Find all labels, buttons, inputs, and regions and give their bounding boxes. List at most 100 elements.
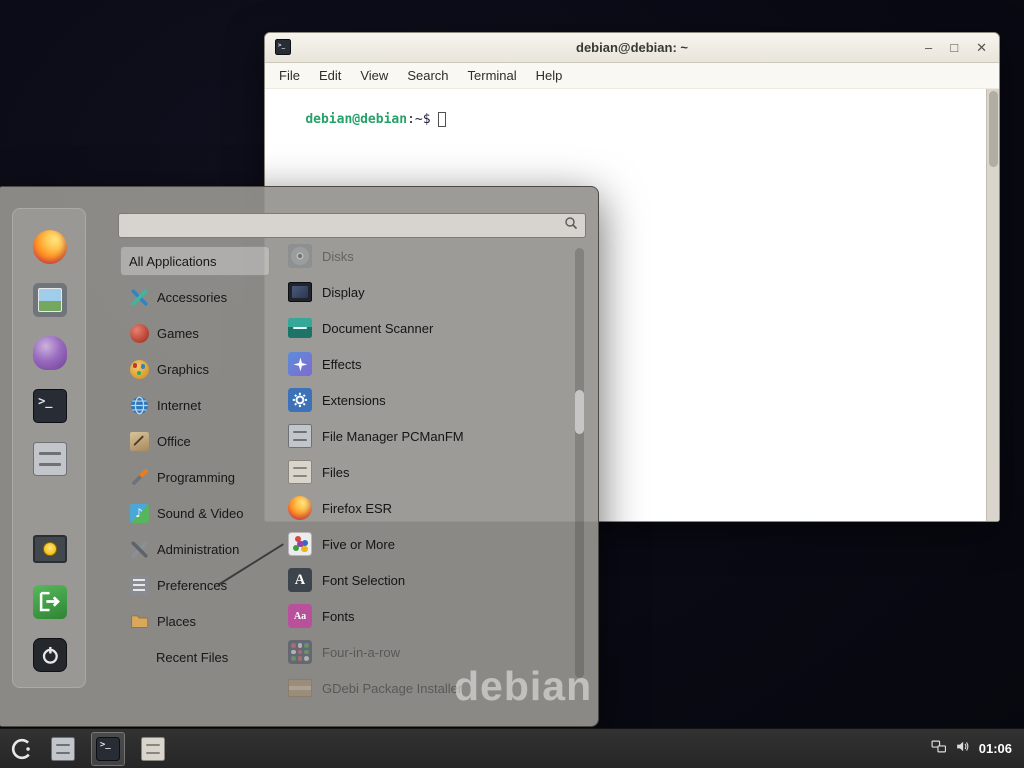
terminal-titlebar[interactable]: >_ debian@debian: ~ – □ ✕ [265, 33, 999, 63]
terminal-menu-file[interactable]: File [279, 68, 300, 83]
category-label: Administration [157, 542, 239, 557]
taskbar-launcher-file-manager[interactable] [46, 732, 80, 766]
category-label: Office [157, 434, 191, 449]
category-administration[interactable]: Administration [120, 534, 270, 564]
terminal-title: debian@debian: ~ [265, 40, 999, 55]
terminal-scrollbar[interactable] [986, 89, 999, 522]
sound-video-icon: ♪ [129, 503, 149, 523]
terminal-icon: >_ [33, 389, 67, 423]
category-label: Preferences [157, 578, 227, 593]
log-out-icon [33, 585, 67, 619]
favorite-terminal[interactable]: >_ [31, 387, 69, 425]
favorites-column: >_ [12, 208, 86, 688]
category-sound-video[interactable]: ♪ Sound & Video [120, 498, 270, 528]
taskbar-launcher-files[interactable] [136, 732, 170, 766]
menu-scrollbar[interactable] [575, 248, 584, 678]
extensions-icon [288, 388, 312, 412]
firefox-icon [288, 496, 312, 520]
lock-screen-icon [33, 535, 67, 562]
network-icon[interactable] [931, 739, 946, 759]
terminal-menu-edit[interactable]: Edit [319, 68, 341, 83]
terminal-icon: >_ [96, 737, 120, 761]
effects-icon [288, 352, 312, 376]
category-recent-files[interactable]: Recent Files [120, 642, 270, 672]
taskbar-launcher-terminal[interactable]: >_ [91, 732, 125, 766]
maximize-button[interactable]: □ [950, 41, 958, 54]
favorite-shut-down[interactable] [31, 636, 69, 674]
category-graphics[interactable]: Graphics [120, 354, 270, 384]
category-accessories[interactable]: Accessories [120, 282, 270, 312]
terminal-menu-search[interactable]: Search [407, 68, 448, 83]
internet-icon [129, 395, 149, 415]
search-icon [564, 216, 578, 235]
favorite-firefox[interactable] [31, 228, 69, 266]
app-label: Effects [322, 357, 362, 372]
firefox-icon [33, 230, 67, 264]
app-label: GDebi Package Installer [322, 681, 462, 696]
graphics-icon [129, 359, 149, 379]
app-label: Four-in-a-row [322, 645, 400, 660]
terminal-scrollbar-handle[interactable] [989, 91, 998, 167]
category-label: All Applications [129, 254, 216, 269]
minimize-button[interactable]: – [925, 41, 932, 54]
clock[interactable]: 01:06 [979, 741, 1012, 756]
app-disks[interactable]: Disks [288, 238, 574, 274]
image-viewer-icon [33, 283, 67, 317]
taskbar-launchers: >_ [46, 732, 181, 766]
category-label: Internet [157, 398, 201, 413]
terminal-menu-view[interactable]: View [360, 68, 388, 83]
favorite-pidgin[interactable] [31, 334, 69, 372]
app-fonts[interactable]: AaFonts [288, 598, 574, 634]
category-internet[interactable]: Internet [120, 390, 270, 420]
search-box[interactable] [118, 213, 586, 238]
menu-scrollbar-handle[interactable] [575, 390, 584, 434]
category-places[interactable]: Places [120, 606, 270, 636]
terminal-menubar: File Edit View Search Terminal Help [265, 63, 999, 89]
app-five-or-more[interactable]: Five or More [288, 526, 574, 562]
category-office[interactable]: Office [120, 426, 270, 456]
gdebi-icon [288, 676, 312, 700]
terminal-menu-help[interactable]: Help [536, 68, 563, 83]
category-label: Recent Files [156, 650, 228, 665]
favorite-file-manager[interactable] [31, 440, 69, 478]
favorite-image-viewer[interactable] [31, 281, 69, 319]
font-selection-icon: A [288, 568, 312, 592]
search-input[interactable] [126, 218, 564, 233]
system-tray: 01:06 [931, 739, 1018, 759]
app-label: Font Selection [322, 573, 405, 588]
app-label: Five or More [322, 537, 395, 552]
files-icon [141, 737, 165, 761]
app-extensions[interactable]: Extensions [288, 382, 574, 418]
close-button[interactable]: ✕ [976, 41, 987, 54]
prompt-user-host: debian@debian [305, 112, 407, 127]
app-label: Fonts [322, 609, 355, 624]
disks-icon [288, 244, 312, 268]
category-games[interactable]: Games [120, 318, 270, 348]
preferences-icon [129, 575, 149, 595]
app-firefox-esr[interactable]: Firefox ESR [288, 490, 574, 526]
category-label: Graphics [157, 362, 209, 377]
app-effects[interactable]: Effects [288, 346, 574, 382]
terminal-menu-terminal[interactable]: Terminal [468, 68, 517, 83]
app-font-selection[interactable]: A Font Selection [288, 562, 574, 598]
app-display[interactable]: Display [288, 274, 574, 310]
category-preferences[interactable]: Preferences [120, 570, 270, 600]
menu-button[interactable] [6, 733, 38, 765]
volume-icon[interactable] [955, 739, 970, 759]
category-label: Games [157, 326, 199, 341]
favorite-lock-screen[interactable] [31, 530, 69, 568]
favorite-log-out[interactable] [31, 583, 69, 621]
category-label: Sound & Video [157, 506, 244, 521]
category-programming[interactable]: Programming [120, 462, 270, 492]
app-label: Files [322, 465, 349, 480]
desktop: { "terminal": { "title": "debian@debian:… [0, 0, 1024, 768]
app-file-manager-pcmanfm[interactable]: File Manager PCManFM [288, 418, 574, 454]
pidgin-icon [33, 336, 67, 370]
category-all-applications[interactable]: All Applications [120, 246, 270, 276]
app-label: Firefox ESR [322, 501, 392, 516]
app-files[interactable]: Files [288, 454, 574, 490]
programming-icon [129, 467, 149, 487]
taskbar: >_ 01:06 [0, 728, 1024, 768]
app-document-scanner[interactable]: Document Scanner [288, 310, 574, 346]
category-label: Programming [157, 470, 235, 485]
